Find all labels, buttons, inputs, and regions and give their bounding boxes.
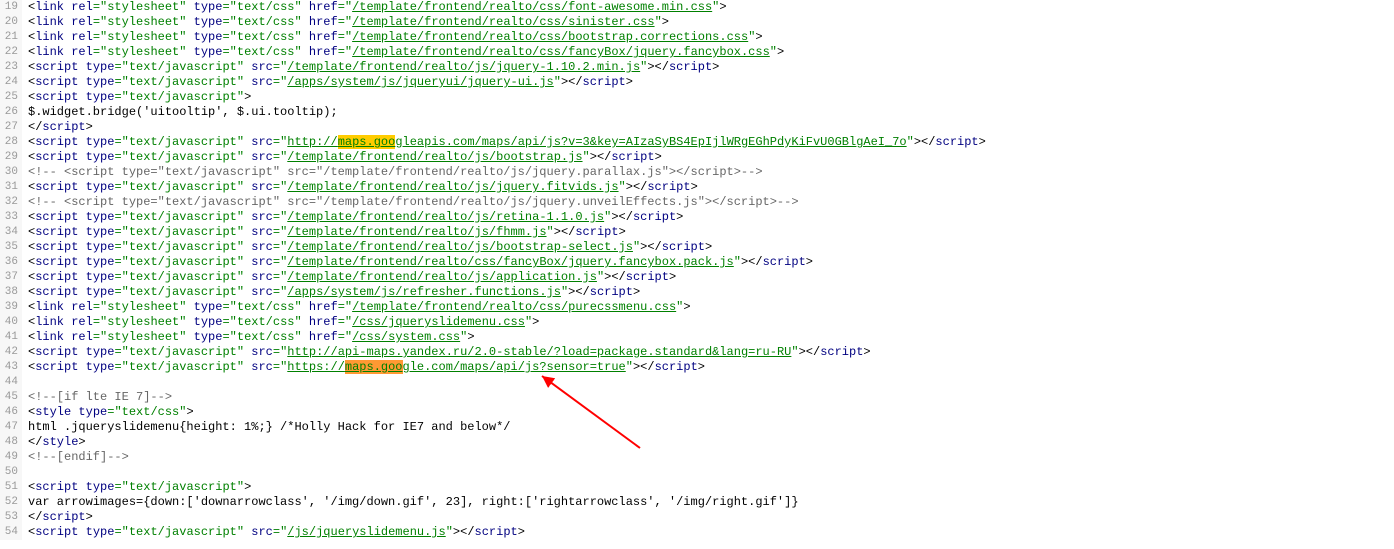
line-number: 51	[0, 480, 22, 495]
url-link[interactable]: https://maps.google.com/maps/api/js?sens…	[287, 360, 625, 374]
url-link[interactable]: /css/system.css	[352, 330, 460, 344]
line-number: 26	[0, 105, 22, 120]
code-line: 52var arrowimages={down:['downarrowclass…	[0, 495, 1394, 510]
code-line: 53</script>	[0, 510, 1394, 525]
line-number: 28	[0, 135, 22, 150]
line-number: 36	[0, 255, 22, 270]
url-link[interactable]: /template/frontend/realto/js/bootstrap-s…	[287, 240, 633, 254]
url-link[interactable]: /template/frontend/realto/js/retina-1.1.…	[287, 210, 604, 224]
url-link[interactable]: /template/frontend/realto/css/fancyBox/j…	[287, 255, 733, 269]
line-number: 40	[0, 315, 22, 330]
line-number: 23	[0, 60, 22, 75]
code-line: 29 <script type="text/javascript" src="/…	[0, 150, 1394, 165]
code-line: 38<script type="text/javascript" src="/a…	[0, 285, 1394, 300]
url-link[interactable]: /template/frontend/realto/css/fancyBox/j…	[352, 45, 770, 59]
url-link[interactable]: /template/frontend/realto/js/fhmm.js	[287, 225, 546, 239]
search-highlight: maps.goo	[345, 360, 403, 374]
code-view: 19 <link rel="stylesheet" type="text/css…	[0, 0, 1394, 540]
line-number: 34	[0, 225, 22, 240]
line-number: 37	[0, 270, 22, 285]
code-line: 34 <script type="text/javascript" src="/…	[0, 225, 1394, 240]
code-line: 45<!--[if lte IE 7]-->	[0, 390, 1394, 405]
url-link[interactable]: /template/frontend/realto/js/bootstrap.j…	[287, 150, 582, 164]
code-line: 36 <script type="text/javascript" src="/…	[0, 255, 1394, 270]
line-number: 41	[0, 330, 22, 345]
url-link[interactable]: /apps/system/js/jqueryui/jquery-ui.js	[287, 75, 553, 89]
line-number: 24	[0, 75, 22, 90]
url-link[interactable]: /template/frontend/realto/js/jquery.fitv…	[287, 180, 618, 194]
line-number: 30	[0, 165, 22, 180]
line-number: 22	[0, 45, 22, 60]
line-number: 33	[0, 210, 22, 225]
line-number: 50	[0, 465, 22, 480]
code-line: 24 <script type="text/javascript" src="/…	[0, 75, 1394, 90]
url-link[interactable]: /template/frontend/realto/css/sinister.c…	[352, 15, 654, 29]
code-line: 54<script type="text/javascript" src="/j…	[0, 525, 1394, 540]
url-link[interactable]: /template/frontend/realto/css/purecssmen…	[352, 300, 676, 314]
line-number: 31	[0, 180, 22, 195]
line-number: 32	[0, 195, 22, 210]
line-number: 19	[0, 0, 22, 15]
url-link[interactable]: /css/jqueryslidemenu.css	[352, 315, 525, 329]
code-line: 31 <script type="text/javascript" src="/…	[0, 180, 1394, 195]
code-line: 22 <link rel="stylesheet" type="text/css…	[0, 45, 1394, 60]
url-link[interactable]: /template/frontend/realto/css/font-aweso…	[352, 0, 712, 14]
line-number: 39	[0, 300, 22, 315]
code-line: 44	[0, 375, 1394, 390]
code-line: 19 <link rel="stylesheet" type="text/css…	[0, 0, 1394, 15]
code-line: 50	[0, 465, 1394, 480]
code-line: 40<link rel="stylesheet" type="text/css"…	[0, 315, 1394, 330]
search-highlight: maps.goo	[338, 135, 396, 149]
url-link[interactable]: http://maps.googleapis.com/maps/api/js?v…	[287, 135, 906, 149]
line-number: 48	[0, 435, 22, 450]
code-line: 51<script type="text/javascript">	[0, 480, 1394, 495]
code-line: 33 <script type="text/javascript" src="/…	[0, 210, 1394, 225]
line-number: 20	[0, 15, 22, 30]
code-line: 23 <script type="text/javascript" src="/…	[0, 60, 1394, 75]
line-number: 43	[0, 360, 22, 375]
code-line: 21 <link rel="stylesheet" type="text/css…	[0, 30, 1394, 45]
line-number: 46	[0, 405, 22, 420]
code-line: 42<script type="text/javascript" src="ht…	[0, 345, 1394, 360]
url-link[interactable]: /template/frontend/realto/css/bootstrap.…	[352, 30, 748, 44]
code-line: 47html .jqueryslidemenu{height: 1%;} /*H…	[0, 420, 1394, 435]
line-number: 38	[0, 285, 22, 300]
code-line: 46<style type="text/css">	[0, 405, 1394, 420]
line-number: 45	[0, 390, 22, 405]
code-line: 32 <!-- <script type="text/javascript" s…	[0, 195, 1394, 210]
line-number: 25	[0, 90, 22, 105]
code-line: 30 <!-- <script type="text/javascript" s…	[0, 165, 1394, 180]
code-line: 26$.widget.bridge('uitooltip', $.ui.tool…	[0, 105, 1394, 120]
code-line: 25<script type="text/javascript">	[0, 90, 1394, 105]
line-number: 54	[0, 525, 22, 540]
url-link[interactable]: /template/frontend/realto/js/jquery-1.10…	[287, 60, 640, 74]
code-line: 27</script>	[0, 120, 1394, 135]
code-line: 28 <script type="text/javascript" src="h…	[0, 135, 1394, 150]
line-number: 27	[0, 120, 22, 135]
code-line: 39<link rel="stylesheet" type="text/css"…	[0, 300, 1394, 315]
line-number: 47	[0, 420, 22, 435]
code-line: 48</style>	[0, 435, 1394, 450]
line-number: 42	[0, 345, 22, 360]
code-line: 37 <script type="text/javascript" src="/…	[0, 270, 1394, 285]
url-link[interactable]: /apps/system/js/refresher.functions.js	[287, 285, 561, 299]
url-link[interactable]: http://api-maps.yandex.ru/2.0-stable/?lo…	[287, 345, 791, 359]
line-number: 35	[0, 240, 22, 255]
code-line: 49<!--[endif]-->	[0, 450, 1394, 465]
line-number: 29	[0, 150, 22, 165]
code-line: 35 <script type="text/javascript" src="/…	[0, 240, 1394, 255]
line-number: 53	[0, 510, 22, 525]
code-line: 41<link rel="stylesheet" type="text/css"…	[0, 330, 1394, 345]
code-line: 43<script type="text/javascript" src="ht…	[0, 360, 1394, 375]
line-number: 21	[0, 30, 22, 45]
line-number: 44	[0, 375, 22, 390]
url-link[interactable]: /template/frontend/realto/js/application…	[287, 270, 597, 284]
url-link[interactable]: /js/jqueryslidemenu.js	[287, 525, 445, 539]
line-number: 49	[0, 450, 22, 465]
code-line: 20 <link rel="stylesheet" type="text/css…	[0, 15, 1394, 30]
line-number: 52	[0, 495, 22, 510]
